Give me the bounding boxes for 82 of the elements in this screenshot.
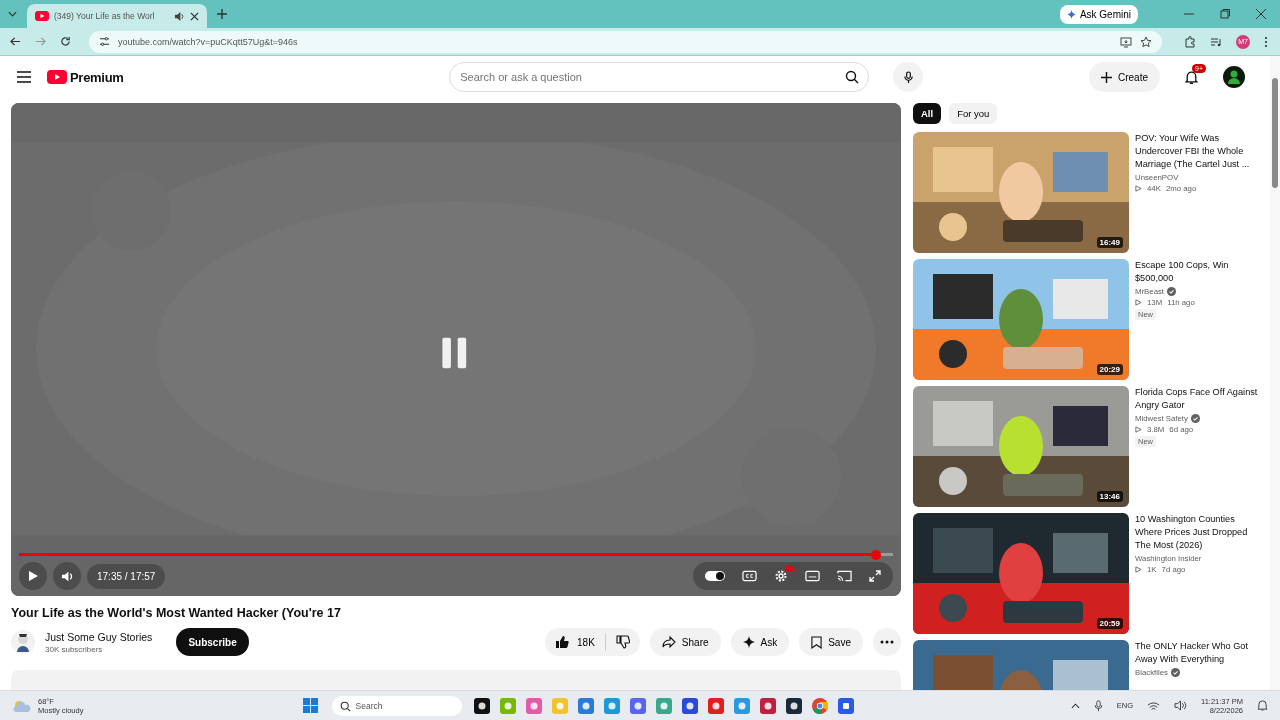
- cast-icon[interactable]: [837, 570, 852, 583]
- more-button[interactable]: [873, 628, 901, 657]
- subscribe-button[interactable]: Subscribe: [176, 628, 249, 657]
- restore-icon[interactable]: [1220, 9, 1230, 19]
- speaker-icon[interactable]: [174, 10, 185, 22]
- video-title[interactable]: Florida Cops Face Off Against Angry Gator: [1135, 386, 1263, 412]
- microphone-button[interactable]: [893, 62, 924, 92]
- avatar-icon[interactable]: [1223, 66, 1245, 88]
- search-field[interactable]: Search or ask a question: [449, 62, 870, 92]
- sparkle-icon: [1066, 9, 1076, 19]
- video-player[interactable]: 17:35 / 17:57: [11, 103, 901, 597]
- sparkle-icon: [742, 636, 755, 649]
- duration-badge: 20:29: [1096, 364, 1123, 375]
- speaker-icon[interactable]: [1174, 700, 1187, 711]
- duration-badge: 16:49: [1096, 237, 1123, 248]
- video-title[interactable]: The ONLY Hacker Who Got Away With Everything: [1135, 640, 1263, 666]
- browser-tab[interactable]: (349) Your Life as the Worl: [27, 4, 207, 28]
- time-display: 17:35 / 17:57: [87, 563, 166, 589]
- chrome-icon[interactable]: [811, 697, 828, 714]
- address-field[interactable]: youtube.com/watch?v=puCKqtt57Ug&t=946s: [89, 30, 1162, 53]
- reload-icon[interactable]: [60, 36, 71, 47]
- chevron-up-icon[interactable]: [1070, 702, 1080, 709]
- app-icon[interactable]: [785, 697, 802, 714]
- video-title[interactable]: POV: Your Wife Was Undercover FBI the Whole Marriage (The Cartel Just ...: [1135, 132, 1263, 171]
- wifi-icon[interactable]: [1147, 700, 1160, 711]
- puzzle-icon[interactable]: [1184, 35, 1196, 48]
- filter-chip[interactable]: For you: [949, 103, 998, 124]
- share-arrow-icon: [661, 635, 676, 650]
- scrollbar[interactable]: [1270, 56, 1280, 690]
- play-icon: [1135, 426, 1142, 433]
- video-title[interactable]: Escape 100 Cops, Win $500,000: [1135, 259, 1263, 285]
- notification-bell-icon[interactable]: [1257, 700, 1268, 711]
- plus-icon[interactable]: [217, 9, 227, 19]
- duration-badge: 20:59: [1096, 618, 1123, 629]
- captions-icon[interactable]: [742, 570, 757, 583]
- share-button[interactable]: Share: [649, 628, 721, 657]
- settings-icon[interactable]: [774, 569, 788, 584]
- duration-badge: 13:46: [1096, 491, 1123, 502]
- play-logo-icon: [35, 11, 49, 21]
- star-icon[interactable]: [1140, 35, 1152, 48]
- theater-mode-icon[interactable]: [805, 570, 820, 583]
- subscriber-count: 30K subscribers: [45, 644, 104, 654]
- close-icon[interactable]: [1256, 9, 1266, 19]
- more-icon: [880, 640, 894, 645]
- more-icon[interactable]: [1264, 35, 1268, 48]
- menu-icon[interactable]: [17, 71, 31, 83]
- play-icon: [1135, 185, 1142, 192]
- save-button[interactable]: Save: [799, 628, 863, 657]
- back-icon[interactable]: [10, 36, 21, 47]
- plus-icon: [1101, 71, 1112, 83]
- install-app-icon[interactable]: [1120, 35, 1132, 48]
- app-icon[interactable]: [473, 697, 490, 714]
- ask-button[interactable]: Ask: [730, 628, 790, 657]
- microphone-icon: [902, 70, 914, 84]
- play-icon: [1135, 299, 1142, 306]
- chevron-down-icon[interactable]: [8, 11, 17, 17]
- windows-start-icon[interactable]: [302, 698, 318, 713]
- create-button[interactable]: Create: [1089, 62, 1160, 92]
- logo-text[interactable]: Premium: [70, 69, 124, 85]
- taskbar-search-field[interactable]: Search: [331, 695, 462, 716]
- media-controls-icon[interactable]: [1210, 35, 1222, 48]
- thumbs-up-icon: [555, 635, 570, 650]
- video-title[interactable]: 10 Washington Counties Where Prices Just Dropped The Most (2026): [1135, 513, 1263, 552]
- video-title: Your Life as the World's Most Wanted Hacker (You're 17: [11, 606, 342, 621]
- play-icon: [27, 570, 39, 583]
- thumbs-down-icon: [615, 635, 630, 650]
- ask-gemini-button[interactable]: Ask Gemini: [1059, 4, 1138, 24]
- play-button[interactable]: [19, 562, 47, 591]
- play-logo-icon[interactable]: [47, 70, 67, 84]
- channel-name[interactable]: Just Some Guy Stories: [45, 630, 153, 643]
- fullscreen-icon[interactable]: [869, 570, 881, 583]
- play-icon: [1135, 566, 1142, 573]
- microphone-icon[interactable]: [1093, 699, 1103, 712]
- bookmark-icon: [811, 635, 823, 649]
- search-icon[interactable]: [845, 70, 860, 84]
- site-settings-icon[interactable]: [99, 36, 110, 47]
- channel-avatar-icon[interactable]: [11, 630, 35, 655]
- close-icon[interactable]: [190, 11, 199, 21]
- volume-button[interactable]: [53, 562, 81, 591]
- filter-chip[interactable]: All: [913, 103, 942, 124]
- autoplay-toggle[interactable]: [705, 571, 725, 582]
- bell-icon[interactable]: [1184, 69, 1199, 85]
